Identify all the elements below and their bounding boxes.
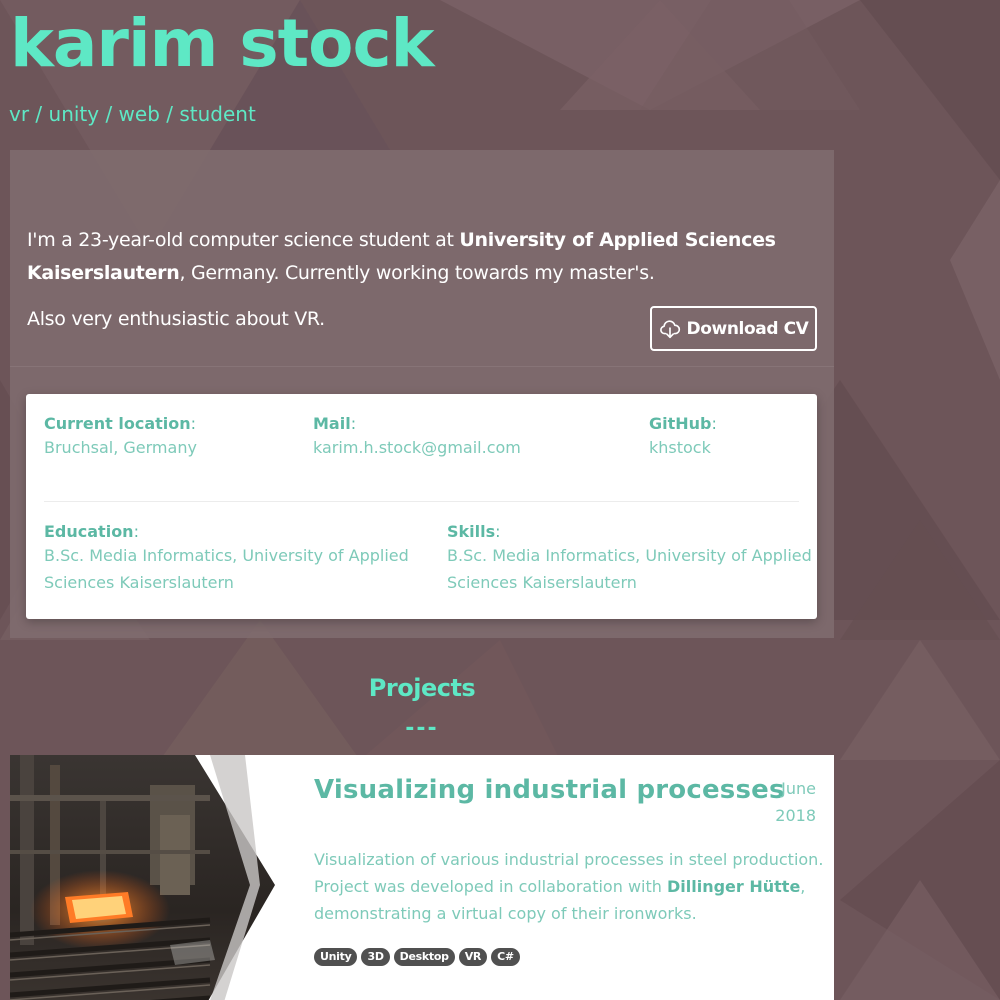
projects-heading: Projects	[368, 674, 476, 702]
intro-text: I'm a 23-year-old computer science stude…	[27, 224, 797, 290]
project-date-year: 2018	[775, 806, 816, 825]
info-label: GitHub:	[649, 414, 717, 433]
intro-part1: I'm a 23-year-old computer science stude…	[27, 229, 460, 251]
project-card[interactable]: Visualizing industrial processes June 20…	[10, 755, 834, 1000]
projects-divider: ---	[405, 716, 439, 741]
project-thumbnail-image	[10, 755, 300, 1000]
location-value: Bruchsal, Germany	[44, 438, 197, 457]
project-date-month: June	[781, 779, 816, 798]
download-cv-button[interactable]: Download CV	[650, 306, 817, 351]
site-title: karim stock	[10, 5, 435, 82]
github-link[interactable]: khstock	[649, 434, 717, 461]
info-card: Current location: Bruchsal, Germany Mail…	[26, 394, 817, 619]
info-label: Current location:	[44, 414, 197, 433]
tag-desktop: Desktop	[393, 948, 455, 966]
partner-name: Dillinger Hütte	[666, 877, 801, 896]
card-divider	[44, 501, 799, 502]
education-value: B.Sc. Media Informatics, University of A…	[44, 546, 409, 592]
panel-divider	[10, 366, 834, 367]
vr-enthusiasm-text: Also very enthusiastic about VR.	[27, 308, 325, 330]
info-label: Education:	[44, 522, 139, 541]
info-education: Education: B.Sc. Media Informatics, Univ…	[44, 522, 414, 596]
about-panel: I'm a 23-year-old computer science stude…	[10, 150, 834, 638]
tag-vr: VR	[458, 948, 488, 966]
cloud-download-icon	[659, 319, 680, 338]
tagline: vr / unity / web / student	[9, 102, 256, 126]
tag-3d: 3D	[361, 948, 390, 966]
mail-link[interactable]: karim.h.stock@gmail.com	[313, 434, 521, 461]
info-label: Skills:	[447, 522, 501, 541]
tag-csharp: C#	[491, 948, 520, 966]
tag-unity: Unity	[314, 948, 358, 966]
download-cv-label: Download CV	[686, 318, 809, 339]
project-title[interactable]: Visualizing industrial processes	[314, 775, 785, 805]
info-label: Mail:	[313, 414, 357, 433]
info-location: Current location: Bruchsal, Germany	[44, 414, 197, 461]
project-date: June 2018	[746, 775, 816, 829]
project-description: Visualization of various industrial proc…	[314, 850, 824, 923]
skills-value: B.Sc. Media Informatics, University of A…	[447, 546, 812, 592]
info-github: GitHub: khstock	[649, 414, 717, 461]
project-tags: Unity 3D Desktop VR C#	[314, 948, 520, 966]
info-mail: Mail: karim.h.stock@gmail.com	[313, 414, 521, 461]
intro-part2: , Germany. Currently working towards my …	[179, 262, 655, 284]
info-skills: Skills: B.Sc. Media Informatics, Univers…	[447, 522, 817, 596]
